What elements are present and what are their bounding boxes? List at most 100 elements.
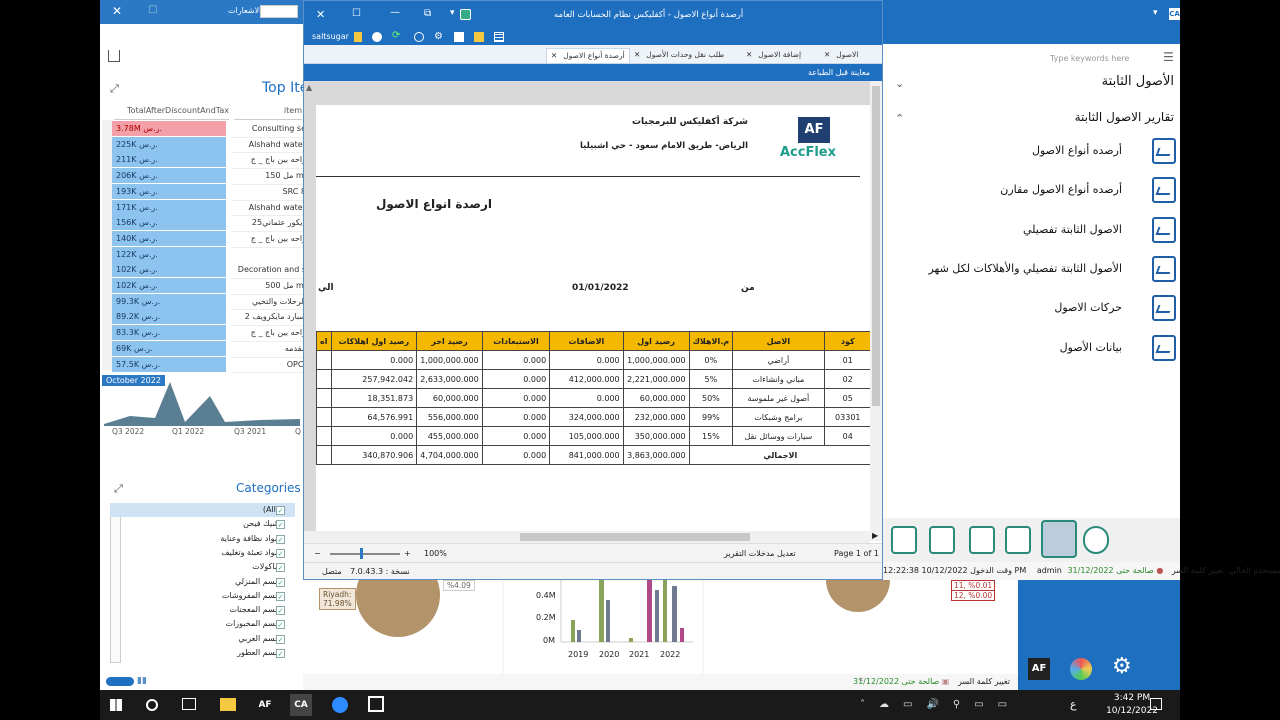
table-row[interactable]: 206K ر.س. مل 150 ml xyxy=(112,168,306,185)
category-item[interactable]: قسم العطور ✓ xyxy=(110,646,295,660)
category-item[interactable]: قسم المفروشات ✓ xyxy=(110,589,295,603)
table-row[interactable]: 57.5K ر.س. OPC. xyxy=(112,356,306,374)
category-item[interactable]: ماكولات ✓ xyxy=(110,560,295,574)
refresh-icon[interactable]: ⟳ xyxy=(392,30,400,41)
category-item[interactable]: (All) ✓ xyxy=(110,503,295,518)
note-icon[interactable] xyxy=(354,32,362,42)
tab-assets[interactable]: ✕ الاصول xyxy=(824,48,858,63)
search-icon[interactable] xyxy=(146,699,158,711)
tab-asset-balances[interactable]: ✕ أرصدة أنواع الاصول xyxy=(546,48,630,63)
category-item[interactable]: قسم المنزلي ✓ xyxy=(110,575,295,589)
table-row[interactable]: 83.3K ر.س. راحه بين باج _ ج xyxy=(112,325,306,342)
edit-inputs-link[interactable]: تعديل مدخلات التقرير xyxy=(724,544,796,563)
column-header-item[interactable]: item xyxy=(234,106,302,120)
app-af-icon[interactable]: AF xyxy=(1028,658,1050,680)
tab-add-assets[interactable]: ✕ إضافة الاصول xyxy=(746,48,801,63)
table-row[interactable]: 156K ر.س. ديكور عثماني25 xyxy=(112,215,306,232)
restore-icon[interactable]: ⧉ xyxy=(424,8,431,19)
checkbox[interactable]: ✓ xyxy=(276,577,285,587)
zoom-in-icon[interactable]: + xyxy=(404,544,411,563)
restore-icon[interactable]: ▢ xyxy=(148,4,157,15)
info-icon[interactable] xyxy=(414,32,424,42)
category-item[interactable]: قسم المخبوزات ✓ xyxy=(110,617,295,631)
checkbox[interactable]: ✓ xyxy=(276,506,285,515)
checkbox[interactable]: ✓ xyxy=(276,534,285,544)
subsection-title[interactable]: تقارير الاصول الثابتة xyxy=(1075,110,1180,124)
table-row[interactable]: 69K ر.س. مقدمه xyxy=(112,340,306,358)
app-ca-icon[interactable]: CA xyxy=(290,694,312,716)
category-item[interactable]: مواد تعبئة وتغليف ✓ xyxy=(110,546,295,560)
table-row[interactable]: 225K ر.س. Alshahd water xyxy=(112,136,306,154)
nav-report-item[interactable]: أرصده أنواع الاصول xyxy=(883,136,1180,166)
section-title[interactable]: الأصول الثابتة xyxy=(1102,74,1180,89)
table-row[interactable]: 89.2K ر.س. سبارد مايكرويف 2 xyxy=(112,309,306,327)
category-item[interactable]: مواد نظافة وعناية ✓ xyxy=(110,532,295,546)
category-item[interactable]: قسم العربي ✓ xyxy=(110,632,295,646)
table-row[interactable]: 102K ر.س. مل 500 ml xyxy=(112,278,306,295)
checklist-icon[interactable] xyxy=(969,526,995,554)
change-password-link[interactable]: تغيير كلمة السر xyxy=(1172,566,1224,575)
zoom-app-icon[interactable] xyxy=(332,697,348,713)
table-row[interactable]: 211K ر.س. راحه بين باج _ ج xyxy=(112,152,306,170)
clock-time[interactable]: 3:42 PM xyxy=(1110,693,1154,703)
table-row[interactable]: 193K ر.س. SRC 8 xyxy=(112,183,306,201)
toggle-switch[interactable] xyxy=(106,677,134,686)
clipboard-icon[interactable] xyxy=(929,526,955,554)
currency-doc-icon[interactable] xyxy=(1005,526,1031,554)
tray-icons[interactable]: ˄☁▭🔊⚲▭▭ xyxy=(860,699,1021,710)
nav-report-item[interactable]: الأصول الثابتة تفصيلي والأهلاكات لكل شهر xyxy=(883,254,1180,284)
close-icon[interactable]: ✕ xyxy=(634,50,640,59)
expand-icon[interactable]: ⤢ xyxy=(110,82,119,96)
vertical-scrollbar[interactable] xyxy=(870,81,882,541)
horizontal-scrollbar[interactable]: ▶ xyxy=(304,531,878,543)
checkbox[interactable]: ✓ xyxy=(276,620,285,630)
app-af-icon[interactable]: AF xyxy=(256,696,274,714)
file-explorer-icon[interactable] xyxy=(220,698,236,711)
checkbox[interactable]: ✓ xyxy=(276,520,285,530)
scroll-up-icon[interactable]: ▲ xyxy=(306,83,312,92)
scroll-left-icon[interactable]: « xyxy=(858,675,864,685)
nav-report-item[interactable]: بيانات الأصول xyxy=(883,333,1180,363)
table-row[interactable]: 140K ر.س. راحه بين باج _ ج xyxy=(112,230,306,248)
tab-transfer-assets[interactable]: ✕ طلب نقل وحدات الأصول xyxy=(634,48,724,63)
close-icon[interactable]: ✕ xyxy=(824,50,830,59)
maximize-icon[interactable]: ☐ xyxy=(352,8,361,19)
table-row[interactable]: 171K ر.س. Alshahd water xyxy=(112,199,306,217)
zoom-slider[interactable] xyxy=(330,553,400,555)
category-item[interactable]: شيك فيحن ✓ xyxy=(110,517,295,531)
edit-icon[interactable] xyxy=(474,32,484,42)
table-row[interactable]: 3.78M ر.س. Consulting se xyxy=(112,121,306,138)
zoom-thumb[interactable] xyxy=(360,548,363,559)
menu-icon[interactable]: ☰ xyxy=(1163,50,1174,64)
change-password-link[interactable]: تغيير كلمة السر xyxy=(958,677,1010,686)
nav-report-item[interactable]: أرصده أنواع الاصول مقارن xyxy=(883,175,1180,205)
checkbox[interactable]: ✓ xyxy=(276,548,285,558)
checkbox[interactable]: ✓ xyxy=(276,649,285,658)
table-row[interactable]: 99.3K ر.س. الرحلات والتخيي xyxy=(112,293,306,311)
table-scrollbar[interactable] xyxy=(102,120,112,370)
language-indicator[interactable]: ع xyxy=(1070,698,1077,711)
window-app-icon[interactable] xyxy=(368,696,384,712)
checkbox[interactable]: ✓ xyxy=(276,634,285,644)
nav-report-item[interactable]: الاصول الثابتة تفصيلي xyxy=(883,215,1180,245)
checkbox[interactable]: ✓ xyxy=(276,563,285,573)
checkbox[interactable]: ✓ xyxy=(276,591,285,601)
close-icon[interactable]: ✕ xyxy=(112,4,122,18)
close-icon[interactable]: ✕ xyxy=(316,8,325,21)
zoom-out-icon[interactable]: − xyxy=(314,544,321,563)
search-icon[interactable] xyxy=(1041,520,1077,558)
table-row[interactable]: 122K ر.س. xyxy=(112,246,306,263)
export-icon[interactable] xyxy=(108,50,120,62)
chevron-up-icon[interactable]: ⌃ xyxy=(895,112,904,125)
category-item[interactable]: قسم المعجنات ✓ xyxy=(110,603,295,617)
scroll-right-icon[interactable]: ▶ xyxy=(872,531,878,540)
notifications-icon[interactable] xyxy=(1150,698,1162,710)
color-wheel-icon[interactable] xyxy=(1070,658,1092,680)
task-view-icon[interactable] xyxy=(182,698,196,710)
dropdown-icon[interactable]: ▾ xyxy=(450,8,455,18)
notifications-dropdown[interactable] xyxy=(260,5,298,18)
minimize-icon[interactable]: — xyxy=(390,7,400,18)
search-box[interactable]: Type keywords here xyxy=(983,50,1153,66)
notifications-label[interactable]: الاشعارات xyxy=(228,6,261,15)
back-icon[interactable] xyxy=(372,32,382,42)
